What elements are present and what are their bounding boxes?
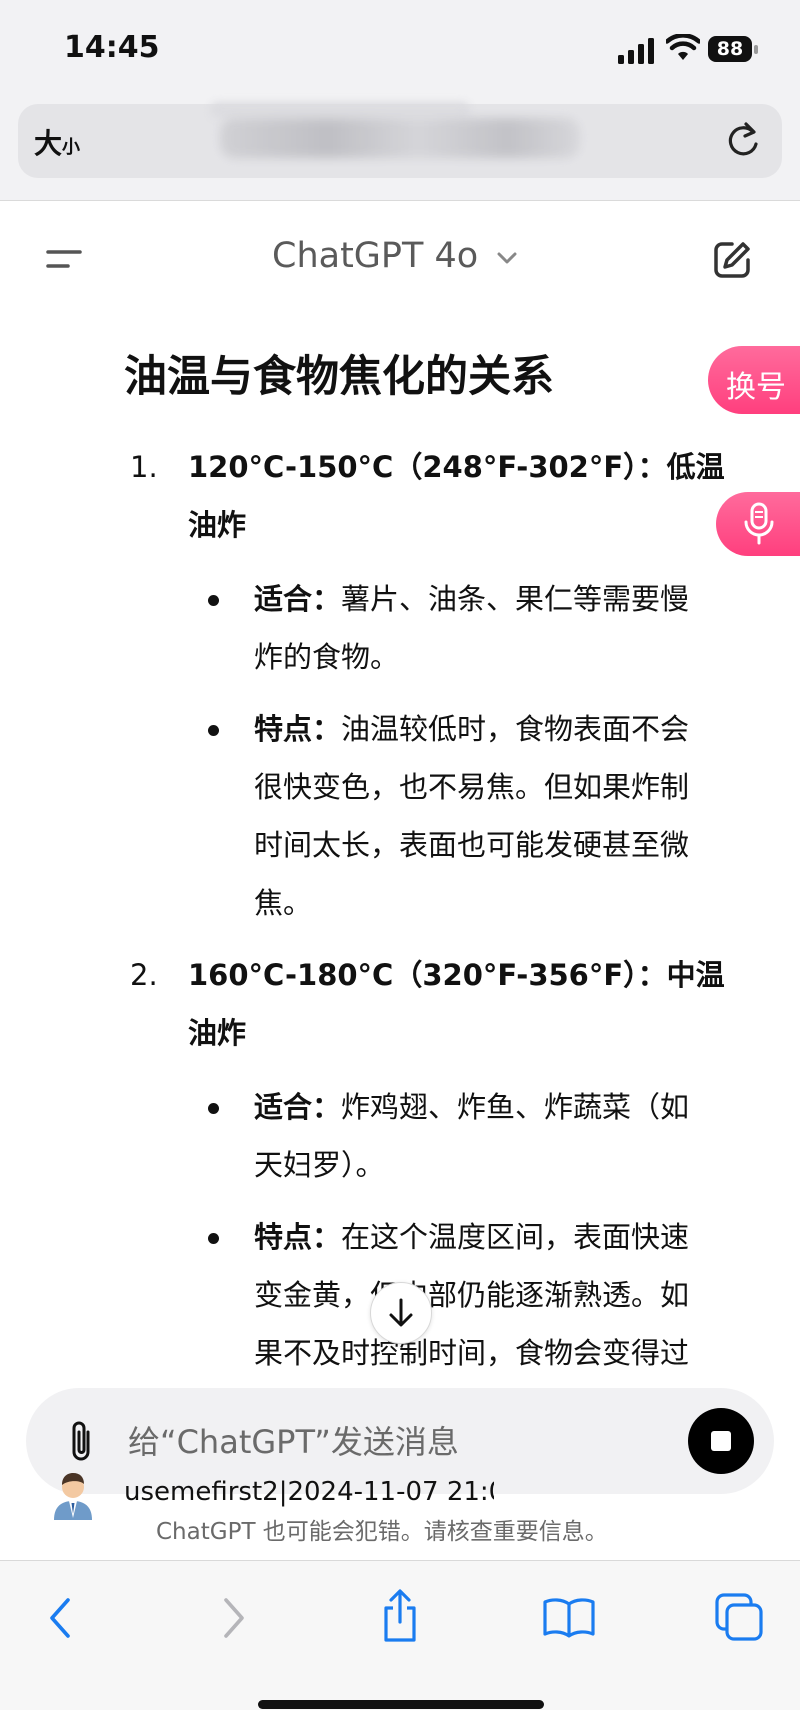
message-input[interactable]: [128, 1420, 608, 1464]
bullet-text-line: 果不及时控制时间，食物会变得过: [254, 1336, 690, 1370]
scroll-to-bottom-button[interactable]: [370, 1282, 432, 1344]
bullet-text: 适合：薯片、油条、果仁等需要慢: [254, 570, 689, 628]
bullet-text-line: 在这个温度区间，表面快速: [341, 1220, 690, 1254]
watermark-text: usemefirst2|2024-11-07 21:0: [124, 1477, 494, 1507]
account-switch-button[interactable]: 换号: [708, 346, 800, 414]
bullet-text-line: 变金黄，但内部仍能逐渐熟透。如: [254, 1278, 690, 1312]
text-size-button[interactable]: 大小: [34, 122, 80, 162]
reload-icon[interactable]: [724, 120, 762, 160]
redacted-url[interactable]: [220, 118, 580, 158]
status-time: 14:45: [64, 30, 160, 65]
redacted-url-blur: [210, 102, 470, 118]
bullet-text-line: 天妇罗）。: [254, 1148, 385, 1182]
bullet-text: 特点：油温较低时，食物表面不会: [254, 700, 689, 758]
tabs-icon[interactable]: [714, 1592, 764, 1642]
voice-input-button[interactable]: [716, 492, 800, 556]
bullet-label: 适合：: [254, 1090, 342, 1124]
article-heading: 油温与食物焦化的关系: [124, 352, 554, 402]
bullet-dot: [208, 725, 219, 736]
battery-icon: 88: [708, 36, 760, 64]
arrow-down-icon: [389, 1298, 413, 1327]
bullet-dot: [208, 1233, 219, 1244]
chevron-left-icon[interactable]: [46, 1596, 74, 1640]
disclaimer-text: ChatGPT 也可能会犯错。请核查重要信息。: [156, 1519, 608, 1545]
bullet-text-line: 炸鸡翅、炸鱼、炸蔬菜（如: [341, 1090, 690, 1124]
microphone-icon: [744, 502, 774, 545]
stop-icon: [711, 1431, 731, 1451]
list-number: 1.: [130, 450, 158, 484]
chevron-right-icon[interactable]: [220, 1596, 248, 1640]
bullet-dot: [208, 595, 219, 606]
bullet-label: 适合：: [254, 582, 342, 616]
home-indicator[interactable]: [258, 1700, 544, 1709]
chevron-down-icon[interactable]: [496, 250, 518, 266]
list-item-title: 160°C-180°C（320°F-356°F）：中温: [188, 958, 725, 992]
book-icon[interactable]: [542, 1596, 596, 1638]
text-size-label-small: 小: [62, 137, 81, 158]
bullet-text-line: 很快变色，也不易焦。但如果炸制: [254, 770, 690, 804]
avatar: [54, 1473, 92, 1520]
bullet-text-line: 油温较低时，食物表面不会: [341, 712, 690, 746]
cellular-signal-icon: [618, 38, 654, 64]
wifi-icon: [666, 34, 700, 60]
list-item-title: 油炸: [188, 1016, 247, 1050]
bullet-text-line: 薯片、油条、果仁等需要慢: [341, 582, 690, 616]
account-switch-label: 换号: [726, 370, 786, 405]
stop-generating-button[interactable]: [688, 1408, 754, 1474]
bullet-text-line: 时间太长，表面也可能发硬甚至微: [254, 828, 690, 862]
bullet-text-line: 炸的食物。: [254, 640, 400, 674]
list-item-title: 油炸: [188, 508, 247, 542]
bullet-label: 特点：: [254, 1220, 342, 1254]
bullet-dot: [208, 1103, 219, 1114]
paperclip-icon[interactable]: [64, 1418, 98, 1466]
bullet-text: 适合：炸鸡翅、炸鱼、炸蔬菜（如: [254, 1078, 689, 1136]
model-selector[interactable]: ChatGPT 4o: [272, 236, 478, 276]
list-number: 2.: [130, 958, 158, 992]
bullet-text: 特点：在这个温度区间，表面快速: [254, 1208, 689, 1266]
share-icon[interactable]: [378, 1588, 422, 1644]
bullet-label: 特点：: [254, 712, 342, 746]
list-item-title: 120°C-150°C（248°F-302°F）：低温: [188, 450, 725, 484]
edit-icon[interactable]: [710, 238, 754, 282]
battery-level: 88: [716, 38, 744, 60]
bullet-text-line: 焦。: [254, 886, 313, 920]
menu-icon[interactable]: [44, 244, 84, 274]
text-size-label: 大: [34, 127, 63, 160]
